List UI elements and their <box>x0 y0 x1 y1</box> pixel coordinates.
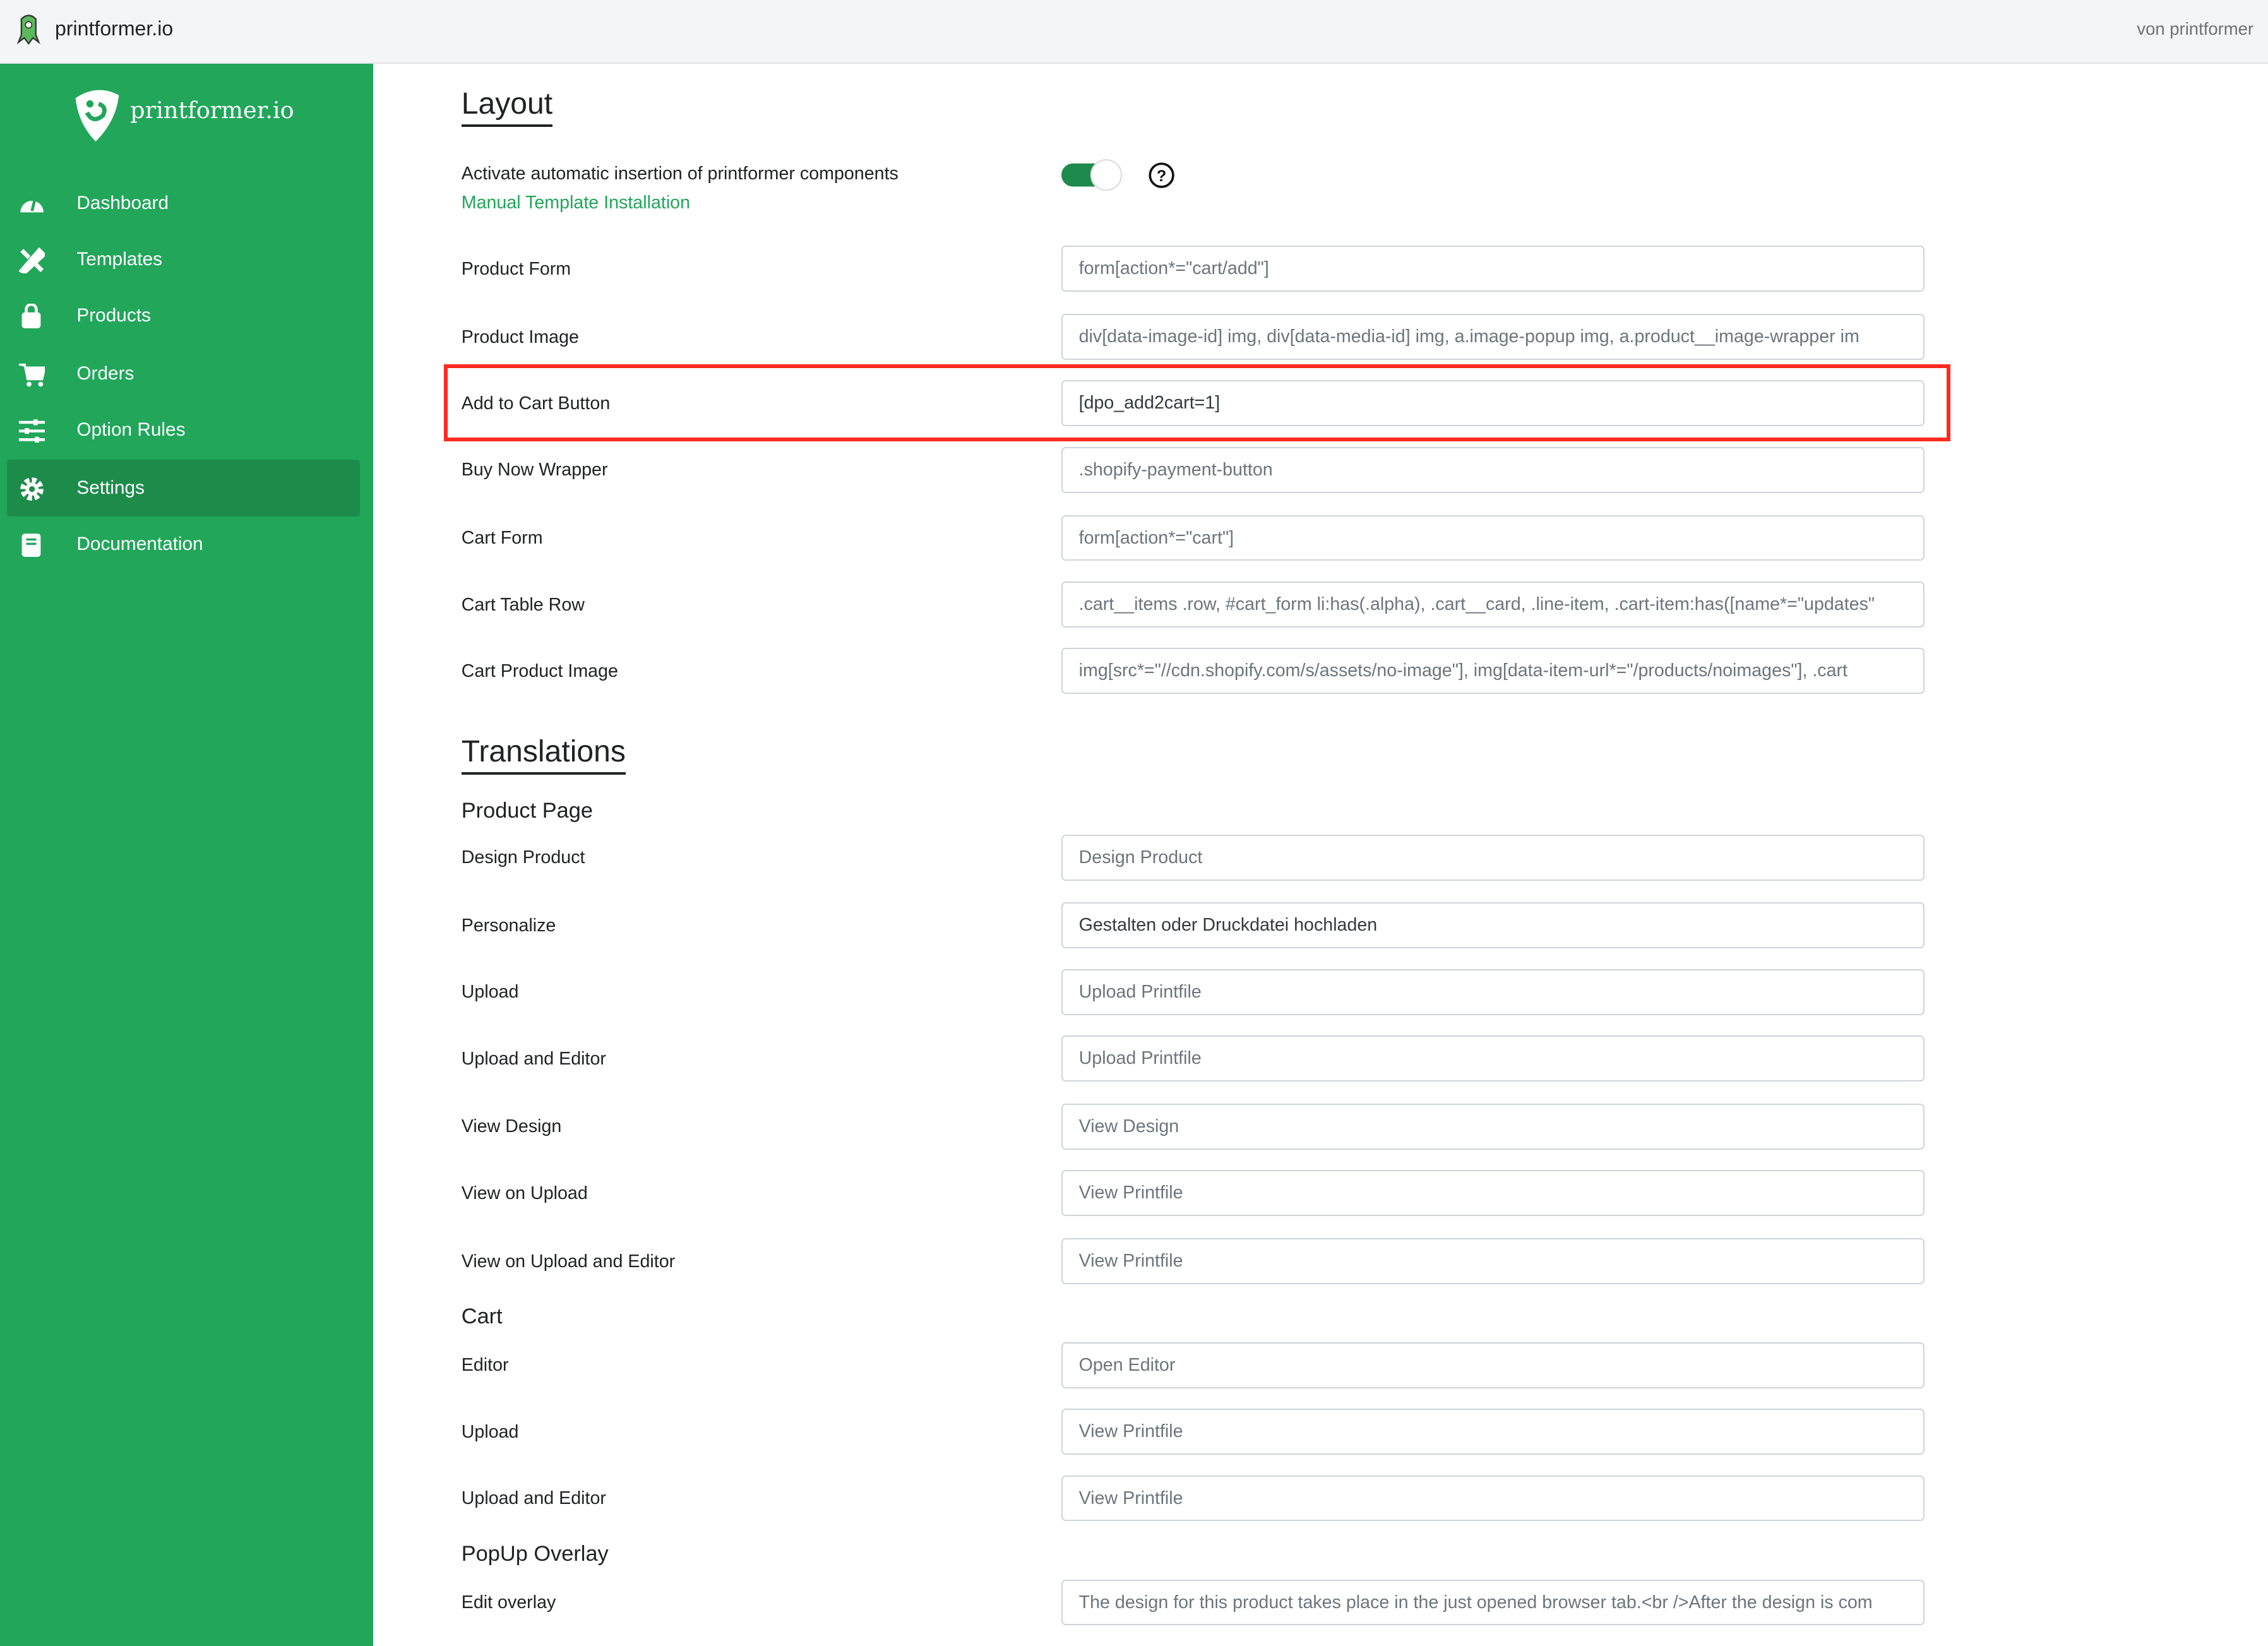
app-name: printformer.io <box>55 17 174 40</box>
edit-overlay-input[interactable]: The design for this product takes place … <box>1061 1579 1925 1626</box>
shopping-bag-icon <box>21 304 41 328</box>
popup-overlay-heading: PopUp Overlay <box>461 1541 609 1566</box>
product-image-input[interactable]: div[data-image-id] img, div[data-media-i… <box>1061 314 1925 360</box>
cart-table-row-input[interactable]: .cart__items .row, #cart_form li:has(.al… <box>1061 581 1925 628</box>
highlight-box <box>444 364 1950 442</box>
sidebar-item-dashboard[interactable]: Dashboard <box>7 175 360 231</box>
personalize-label: Personalize <box>461 915 556 936</box>
by-text: von printformer <box>2137 18 2254 39</box>
cart-table-row-label: Cart Table Row <box>461 594 585 615</box>
upload-and-editor-label: Upload and Editor <box>461 1048 606 1069</box>
help-icon[interactable]: ? <box>1149 162 1174 188</box>
dashboard-icon <box>20 199 44 213</box>
upload-and-editor-input[interactable]: Upload Printfile <box>1061 1035 1925 1082</box>
cart-icon <box>18 363 45 387</box>
sidebar-item-products[interactable]: Products <box>7 288 360 344</box>
view-design-input[interactable]: View Design <box>1061 1103 1925 1150</box>
top-bar: printformer.io von printformer <box>0 0 2268 64</box>
cart-form-input[interactable]: form[action*="cart"] <box>1061 515 1925 561</box>
view-on-upload-input[interactable]: View Printfile <box>1061 1170 1925 1216</box>
cart-upload-label: Upload <box>461 1421 519 1442</box>
edit-overlay-label: Edit overlay <box>461 1592 556 1613</box>
manual-template-installation-link[interactable]: Manual Template Installation <box>462 193 690 213</box>
sidebar-item-settings[interactable]: Settings <box>7 460 361 516</box>
svg-text:?: ? <box>1157 167 1166 184</box>
cart-editor-input[interactable]: Open Editor <box>1061 1342 1925 1388</box>
upload-label: Upload <box>461 982 519 1003</box>
sidebar-item-orders[interactable]: Orders <box>7 345 360 402</box>
sliders-icon <box>18 419 45 443</box>
buy-now-wrapper-label: Buy Now Wrapper <box>461 460 608 480</box>
cart-upload-and-editor-input[interactable]: View Printfile <box>1061 1475 1925 1522</box>
view-design-label: View Design <box>461 1116 562 1137</box>
view-on-upload-and-editor-label: View on Upload and Editor <box>461 1251 676 1272</box>
product-page-heading: Product Page <box>461 798 593 823</box>
cart-upload-input[interactable]: View Printfile <box>1061 1409 1925 1455</box>
auto-insert-label: Activate automatic insertion of printfor… <box>461 163 898 184</box>
upload-input[interactable]: Upload Printfile <box>1061 969 1925 1015</box>
sidebar-item-documentation[interactable]: Documentation <box>7 516 360 573</box>
view-on-upload-label: View on Upload <box>461 1183 588 1203</box>
cart-form-label: Cart Form <box>461 528 543 549</box>
cart-editor-label: Editor <box>461 1355 509 1376</box>
product-form-input[interactable]: form[action*="cart/add"] <box>1061 246 1925 292</box>
printformer-logo-icon <box>75 90 119 142</box>
logo: printformer.io <box>73 86 304 145</box>
personalize-input[interactable]: Gestalten oder Druckdatei hochladen <box>1061 902 1925 949</box>
layout-heading: Layout <box>461 85 553 127</box>
sidebar-item-option-rules[interactable]: Option Rules <box>7 402 360 458</box>
cart-heading: Cart <box>461 1304 503 1329</box>
cart-product-image-label: Cart Product Image <box>461 660 618 681</box>
translations-heading: Translations <box>461 733 626 775</box>
logo-text: printformer.io <box>130 97 294 124</box>
design-product-input[interactable]: Design Product <box>1061 834 1925 881</box>
templates-icon <box>18 247 45 273</box>
gear-icon <box>20 477 44 501</box>
design-product-label: Design Product <box>461 847 585 868</box>
cart-product-image-input[interactable]: img[src*="//cdn.shopify.com/s/assets/no-… <box>1061 648 1925 694</box>
sidebar-item-templates[interactable]: Templates <box>7 232 360 288</box>
sidebar: printformer.io Dashboard Templates Produ… <box>0 63 374 1646</box>
printformer-mascot-icon <box>17 14 41 45</box>
view-on-upload-and-editor-input[interactable]: View Printfile <box>1061 1237 1925 1284</box>
product-image-label: Product Image <box>461 326 579 347</box>
auto-insert-toggle[interactable] <box>1061 158 1123 191</box>
cart-upload-and-editor-label: Upload and Editor <box>461 1488 606 1509</box>
book-icon <box>21 534 41 557</box>
product-form-label: Product Form <box>461 259 571 280</box>
buy-now-wrapper-input[interactable]: .shopify-payment-button <box>1061 446 1925 493</box>
